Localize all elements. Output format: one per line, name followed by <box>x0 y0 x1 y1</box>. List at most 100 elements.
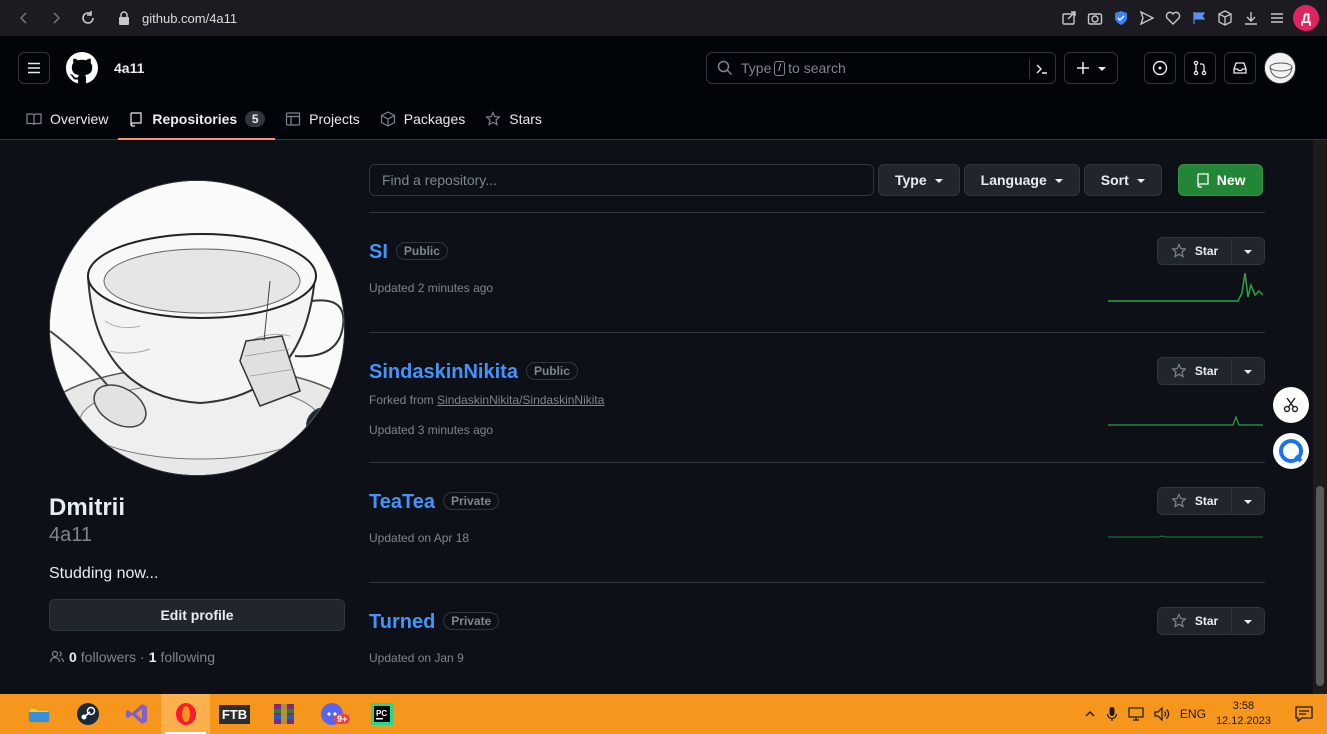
repo-icon <box>130 112 142 127</box>
search-input[interactable]: Type / to search <box>706 52 1056 84</box>
forward-icon[interactable] <box>40 4 72 32</box>
winrar-icon[interactable] <box>259 694 308 734</box>
star-button-group: Star <box>1157 357 1265 385</box>
followers-link[interactable]: followers <box>81 649 136 665</box>
package-icon <box>380 111 395 127</box>
search-placeholder-prefix: Type <box>741 60 772 76</box>
address-bar[interactable]: github.com/4a11 <box>118 11 237 26</box>
inbox-button[interactable] <box>1224 52 1256 84</box>
issues-button[interactable] <box>1144 52 1176 84</box>
command-palette-icon[interactable] <box>1029 59 1049 79</box>
profile-avatar[interactable] <box>49 180 345 476</box>
lock-icon <box>118 11 130 25</box>
heart-icon[interactable] <box>1163 8 1183 28</box>
download-icon[interactable] <box>1241 8 1261 28</box>
ftb-label: FTB <box>218 704 251 724</box>
repo-name-link[interactable]: SindaskinNikita <box>369 361 518 383</box>
browser-profile-avatar[interactable]: Д <box>1293 5 1319 31</box>
star-button[interactable]: Star <box>1158 608 1232 634</box>
pull-requests-button[interactable] <box>1184 52 1216 84</box>
star-icon <box>485 111 501 126</box>
star-icon <box>1171 363 1187 378</box>
menu-icon[interactable] <box>1267 8 1287 28</box>
search-icon <box>717 60 733 76</box>
new-repository-button[interactable]: New <box>1177 164 1263 196</box>
tab-projects[interactable]: Projects <box>275 98 370 140</box>
create-new-button[interactable] <box>1064 52 1118 84</box>
network-icon[interactable] <box>1128 707 1144 721</box>
repo-name-link[interactable]: Turned <box>369 611 435 633</box>
share-icon[interactable] <box>1059 8 1079 28</box>
scrollbar-thumb[interactable] <box>1316 486 1324 686</box>
hamburger-button[interactable] <box>18 52 50 84</box>
chevron-up-icon[interactable] <box>1084 708 1096 720</box>
tab-packages[interactable]: Packages <box>370 98 475 140</box>
header-username[interactable]: 4a11 <box>114 60 144 76</box>
flag-icon[interactable] <box>1189 8 1209 28</box>
reload-icon[interactable] <box>72 4 104 32</box>
activity-sparkline <box>1108 273 1263 302</box>
chevron-down-icon <box>934 179 943 183</box>
shield-icon[interactable] <box>1111 8 1131 28</box>
url-text[interactable]: github.com/4a11 <box>142 11 237 26</box>
sort-dropdown[interactable]: Sort <box>1083 164 1162 196</box>
user-avatar-small[interactable] <box>1264 52 1296 84</box>
github-logo-icon[interactable] <box>66 52 98 84</box>
send-icon[interactable] <box>1137 8 1157 28</box>
star-button-group: Star <box>1157 237 1265 265</box>
tab-repositories[interactable]: Repositories 5 <box>118 98 275 140</box>
input-language[interactable]: ENG <box>1180 707 1206 721</box>
chat-assistant-button[interactable] <box>1273 433 1309 469</box>
star-button[interactable]: Star <box>1158 238 1232 264</box>
pycharm-icon[interactable]: PC <box>357 694 406 734</box>
tab-stars[interactable]: Stars <box>475 98 552 140</box>
scissors-button[interactable] <box>1273 387 1309 423</box>
smiley-icon <box>317 418 333 434</box>
visibility-badge: Public <box>525 362 578 380</box>
clock[interactable]: 3:58 12.12.2023 <box>1216 699 1271 729</box>
camera-icon[interactable] <box>1085 8 1105 28</box>
repo-item: TeaTea Private Updated on Apr 18 Star <box>369 463 1265 583</box>
type-dropdown[interactable]: Type <box>878 164 960 196</box>
notifications-icon[interactable] <box>1295 706 1313 722</box>
star-list-dropdown[interactable] <box>1232 608 1264 634</box>
star-list-dropdown[interactable] <box>1232 488 1264 514</box>
language-dropdown-label: Language <box>980 172 1047 188</box>
repo-updated: Updated on Jan 9 <box>369 651 464 665</box>
github-header: 4a11 Type / to search Overview Repositor… <box>0 36 1327 140</box>
following-link[interactable]: following <box>161 649 215 665</box>
page-scrollbar[interactable] <box>1313 140 1327 694</box>
star-button[interactable]: Star <box>1158 488 1232 514</box>
visibility-badge: Public <box>395 242 448 260</box>
visibility-badge: Private <box>443 612 500 630</box>
file-explorer-icon[interactable] <box>14 694 63 734</box>
language-dropdown[interactable]: Language <box>963 164 1080 196</box>
edit-profile-button[interactable]: Edit profile <box>49 599 345 631</box>
find-repository-input[interactable]: Find a repository... <box>369 164 874 196</box>
star-button[interactable]: Star <box>1158 358 1232 384</box>
repository-list: SI Public Updated 2 minutes ago Star Sind… <box>369 212 1265 703</box>
forked-from-link[interactable]: SindaskinNikita/SindaskinNikita <box>437 393 604 407</box>
activity-sparkline <box>1108 415 1263 426</box>
followers-count[interactable]: 0 <box>69 649 77 665</box>
repo-name-link[interactable]: SI <box>369 241 388 263</box>
ftb-app-icon[interactable]: FTB <box>210 694 259 734</box>
header-top-row: 4a11 Type / to search <box>18 52 1297 84</box>
repo-name-link[interactable]: TeaTea <box>369 491 435 513</box>
star-label: Star <box>1194 364 1219 378</box>
profile-tabs: Overview Repositories 5 Projects Package… <box>16 98 552 140</box>
visual-studio-icon[interactable] <box>112 694 161 734</box>
set-status-button[interactable] <box>306 407 344 445</box>
forked-from: Forked from SindaskinNikita/SindaskinNik… <box>369 393 604 407</box>
opera-browser-icon[interactable] <box>161 694 210 734</box>
star-list-dropdown[interactable] <box>1232 358 1264 384</box>
cube-icon[interactable] <box>1215 8 1235 28</box>
discord-icon[interactable]: 9+ <box>308 694 357 734</box>
star-list-dropdown[interactable] <box>1232 238 1264 264</box>
following-count[interactable]: 1 <box>149 649 157 665</box>
back-icon[interactable] <box>8 4 40 32</box>
tab-overview[interactable]: Overview <box>16 98 118 140</box>
microphone-icon[interactable] <box>1106 706 1118 722</box>
volume-icon[interactable] <box>1154 707 1170 721</box>
steam-icon[interactable] <box>63 694 112 734</box>
